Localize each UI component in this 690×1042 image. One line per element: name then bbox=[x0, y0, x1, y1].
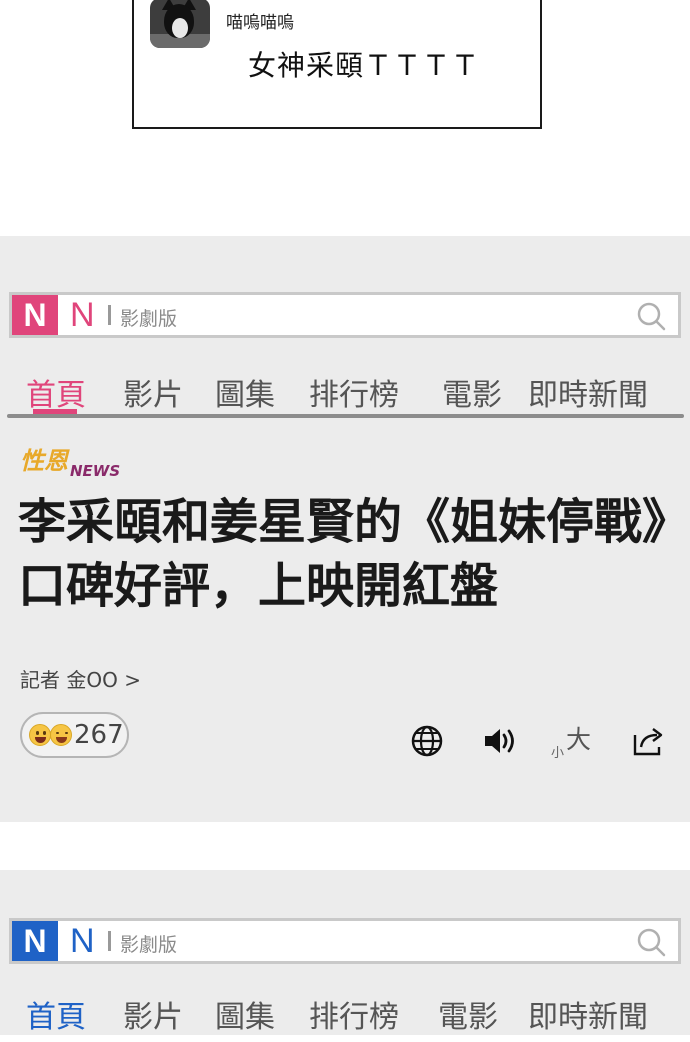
logo-divider bbox=[108, 931, 111, 951]
tab-movies[interactable]: 電影 bbox=[438, 992, 498, 1036]
headline-line-2: 口碑好評，上映開紅盤 bbox=[18, 558, 499, 614]
font-size-small-label[interactable]: 小 bbox=[551, 742, 564, 761]
site-logo[interactable]: N bbox=[12, 295, 58, 335]
brand-news-label: NEWS bbox=[70, 462, 121, 480]
main-nav: 首頁 影片 圖集 排行榜 電影 即時新聞 bbox=[0, 370, 690, 420]
tab-latest-news[interactable]: 即時新聞 bbox=[528, 992, 648, 1036]
tab-gallery[interactable]: 圖集 bbox=[215, 992, 275, 1036]
reporter-link[interactable]: 記者 金OO > bbox=[20, 664, 141, 693]
reaction-count: 267 bbox=[74, 720, 124, 750]
section-label: 影劇版 bbox=[120, 308, 178, 330]
comment-text: 女神采頤ＴＴＴＴ bbox=[248, 49, 481, 82]
tab-videos[interactable]: 影片 bbox=[123, 370, 183, 414]
article-screenshot-panel-2: N N 影劇版 首頁 影片 圖集 排行榜 電影 即時新聞 bbox=[0, 870, 690, 1035]
tab-videos[interactable]: 影片 bbox=[123, 992, 183, 1036]
logo-divider bbox=[108, 305, 111, 325]
search-bar[interactable]: N N 影劇版 bbox=[9, 918, 681, 964]
speaker-icon[interactable] bbox=[482, 723, 518, 759]
site-logo-letter: N bbox=[70, 296, 95, 334]
site-logo[interactable]: N bbox=[12, 921, 58, 961]
nav-divider bbox=[7, 414, 684, 418]
brand-tag: 性恩 bbox=[20, 447, 68, 475]
tab-gallery[interactable]: 圖集 bbox=[215, 370, 275, 414]
tab-home[interactable]: 首頁 bbox=[26, 370, 86, 414]
site-logo-letter: N bbox=[70, 922, 95, 960]
reaction-button[interactable]: 267 bbox=[20, 712, 129, 758]
grin-emoji-icon bbox=[50, 724, 72, 746]
section-label: 影劇版 bbox=[120, 934, 178, 956]
comment-username[interactable]: 喵嗚喵嗚 bbox=[226, 8, 294, 33]
article-headline: 李采頤和姜星賢的《姐妹停戰》 口碑好評，上映開紅盤 bbox=[18, 490, 690, 618]
laugh-emoji-icon bbox=[29, 724, 51, 746]
globe-icon[interactable] bbox=[409, 723, 445, 759]
article-screenshot-panel: N N 影劇版 首頁 影片 圖集 排行榜 電影 即時新聞 性恩 NEWS 李采頤… bbox=[0, 236, 690, 822]
tab-home[interactable]: 首頁 bbox=[26, 992, 86, 1036]
comment-card: 喵嗚喵嗚 女神采頤ＴＴＴＴ bbox=[132, 0, 542, 129]
share-icon[interactable] bbox=[631, 723, 667, 759]
search-icon[interactable] bbox=[636, 927, 666, 957]
tab-ranking[interactable]: 排行榜 bbox=[309, 992, 399, 1036]
avatar[interactable] bbox=[150, 0, 210, 48]
search-bar[interactable]: N N 影劇版 bbox=[9, 292, 681, 338]
tab-movies[interactable]: 電影 bbox=[442, 370, 502, 414]
headline-line-1: 李采頤和姜星賢的《姐妹停戰》 bbox=[18, 494, 690, 550]
font-size-big-label[interactable]: 大 bbox=[566, 720, 591, 756]
search-icon[interactable] bbox=[636, 301, 666, 331]
tab-ranking[interactable]: 排行榜 bbox=[309, 370, 399, 414]
tab-latest-news[interactable]: 即時新聞 bbox=[528, 370, 648, 414]
